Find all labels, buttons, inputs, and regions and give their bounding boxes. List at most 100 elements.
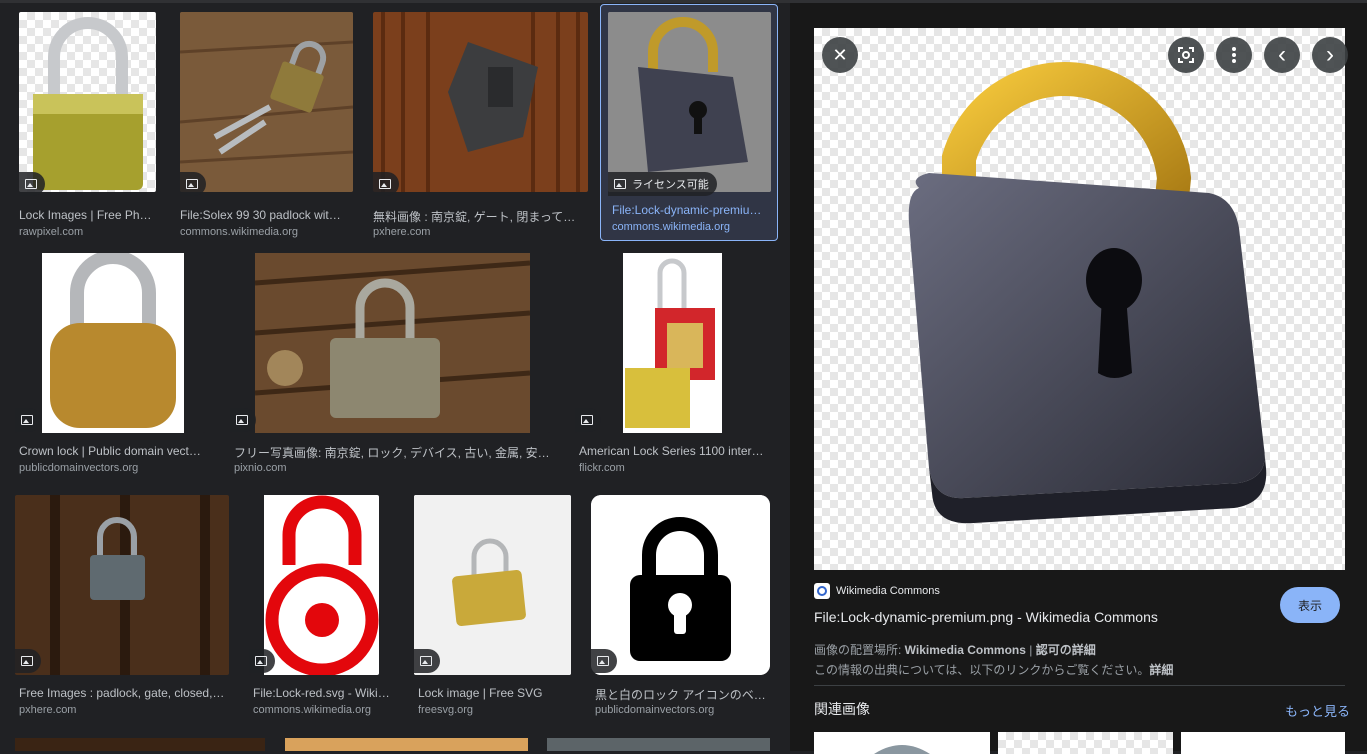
image-icon [186,179,198,189]
result-tile[interactable]: Lock image | Free SVG freesvg.org [414,495,576,721]
result-thumbnail[interactable] [15,253,205,433]
image-badge [180,172,206,196]
image-badge [249,649,275,673]
details-link[interactable]: 詳細 [1149,663,1173,677]
more-options-button[interactable] [1216,37,1252,73]
result-thumbnail[interactable] [414,495,571,675]
result-caption[interactable]: File:Lock-red.svg - Wiki… [253,686,393,700]
related-images-heading: 関連画像 [814,701,870,717]
result-tile[interactable]: File:Solex 99 30 padlock wit… commons.wi… [176,9,356,241]
result-thumbnail[interactable] [15,495,229,675]
result-tile-selected[interactable]: ライセンス可能 File:Lock-dynamic-premiu… common… [600,4,778,241]
result-caption[interactable]: Free Images : padlock, gate, closed,… [19,686,229,700]
result-caption[interactable]: American Lock Series 1100 inter… [579,444,771,458]
result-tile[interactable]: Crown lock | Public domain vect… publicd… [15,253,215,479]
result-caption[interactable]: 無料画像 : 南京錠, ゲート, 閉まって… [373,208,585,225]
padlock-preview-image [908,62,1267,524]
result-thumbnail[interactable] [19,12,156,192]
image-icon [255,656,267,666]
result-source[interactable]: commons.wikimedia.org [612,221,772,233]
result-caption[interactable]: 黒と白のロック アイコンのベ… [595,686,770,703]
info-text: この情報の出典については、以下のリンクからご覧ください。 [814,663,1150,677]
license-badge: ライセンス可能 [608,172,717,196]
result-source[interactable]: pxhere.com [373,226,585,238]
result-tile[interactable]: 黒と白のロック アイコンのベ… publicdomainvectors.org [591,495,776,721]
padlock-image [15,495,229,675]
image-badge [15,408,41,432]
padlock-image [33,17,143,190]
result-thumbnail[interactable] [180,12,353,192]
image-badge [230,408,256,432]
image-icon [614,179,626,189]
close-button[interactable]: ✕ [822,37,858,73]
padlock-image [591,495,770,675]
image-icon [21,656,33,666]
location-site-link[interactable]: Wikimedia Commons [905,643,1026,657]
lens-search-button[interactable] [1168,37,1204,73]
image-icon [420,656,432,666]
image-icon [379,179,391,189]
result-source[interactable]: freesvg.org [418,704,573,716]
result-caption[interactable]: Crown lock | Public domain vect… [19,444,209,458]
result-thumbnail[interactable] [575,253,770,433]
location-prefix: 画像の配置場所: [814,643,905,657]
result-tile[interactable]: American Lock Series 1100 inter… flickr.… [575,253,775,479]
padlock-image [414,495,571,675]
result-thumbnail[interactable] [608,12,771,192]
result-source[interactable]: rawpixel.com [19,226,157,238]
result-thumbnail[interactable] [230,253,550,433]
source-row[interactable]: Wikimedia Commons [814,583,940,599]
result-source[interactable]: pxhere.com [19,704,229,716]
next-button[interactable]: › [1312,37,1348,73]
result-tile[interactable]: Free Images : padlock, gate, closed,… px… [15,495,241,721]
image-location: 画像の配置場所: Wikimedia Commons | 認可の詳細 [814,641,1096,658]
image-icon [21,415,33,425]
divider [814,685,1345,686]
result-tile[interactable]: フリー写真画像: 南京錠, ロック, デバイス, 古い, 金属, 安… pixn… [230,253,560,479]
previous-button[interactable]: ‹ [1264,37,1300,73]
result-tile[interactable] [285,738,528,751]
source-name[interactable]: Wikimedia Commons [836,585,940,597]
padlock-image [180,12,353,192]
result-source[interactable]: pixnio.com [234,462,552,474]
result-tile[interactable] [547,738,770,751]
padlock-image [608,12,771,192]
result-caption[interactable]: Lock image | Free SVG [418,686,573,700]
padlock-image [254,253,531,433]
result-source[interactable]: publicdomainvectors.org [595,704,770,716]
result-tile[interactable]: Lock Images | Free Pho… rawpixel.com [15,9,161,241]
padlock-image [42,253,184,433]
image-preview-panel: ✕ ‹ › Wikimedia Commons File:Lock-dynami… [790,3,1367,754]
result-tile[interactable]: File:Lock-red.svg - Wiki… commons.wikime… [249,495,397,721]
see-more-link[interactable]: もっと見る [1285,701,1350,720]
lens-icon [1178,47,1194,63]
padlock-image [623,253,722,433]
image-icon [597,656,609,666]
visit-button[interactable]: 表示 [1280,587,1340,623]
result-source[interactable]: publicdomainvectors.org [19,462,209,474]
result-caption[interactable]: File:Lock-dynamic-premiu… [612,203,772,217]
result-thumbnail[interactable] [373,12,588,192]
result-thumbnail[interactable] [249,495,379,675]
result-source[interactable]: commons.wikimedia.org [180,226,350,238]
result-source[interactable]: commons.wikimedia.org [253,704,393,716]
result-caption[interactable]: Lock Images | Free Pho… [19,208,157,222]
result-caption[interactable]: File:Solex 99 30 padlock wit… [180,208,350,222]
wikimedia-favicon-icon [814,583,830,599]
image-icon [25,179,37,189]
result-tile[interactable] [15,738,265,751]
preview-title[interactable]: File:Lock-dynamic-premium.png - Wikimedi… [814,609,1158,625]
location-separator: | [1025,643,1036,657]
image-badge [591,649,617,673]
result-tile[interactable]: 無料画像 : 南京錠, ゲート, 閉まって… pxhere.com [369,9,591,241]
chevron-left-icon: ‹ [1278,41,1286,68]
source-info: この情報の出典については、以下のリンクからご覧ください。詳細 [814,661,1173,678]
image-badge [414,649,440,673]
chevron-right-icon: › [1326,41,1334,68]
license-details-link[interactable]: 認可の詳細 [1036,643,1096,657]
padlock-image [264,495,379,675]
result-source[interactable]: flickr.com [579,462,771,474]
preview-image[interactable] [814,28,1345,570]
result-caption[interactable]: フリー写真画像: 南京錠, ロック, デバイス, 古い, 金属, 安… [234,444,552,461]
result-thumbnail[interactable] [591,495,770,675]
